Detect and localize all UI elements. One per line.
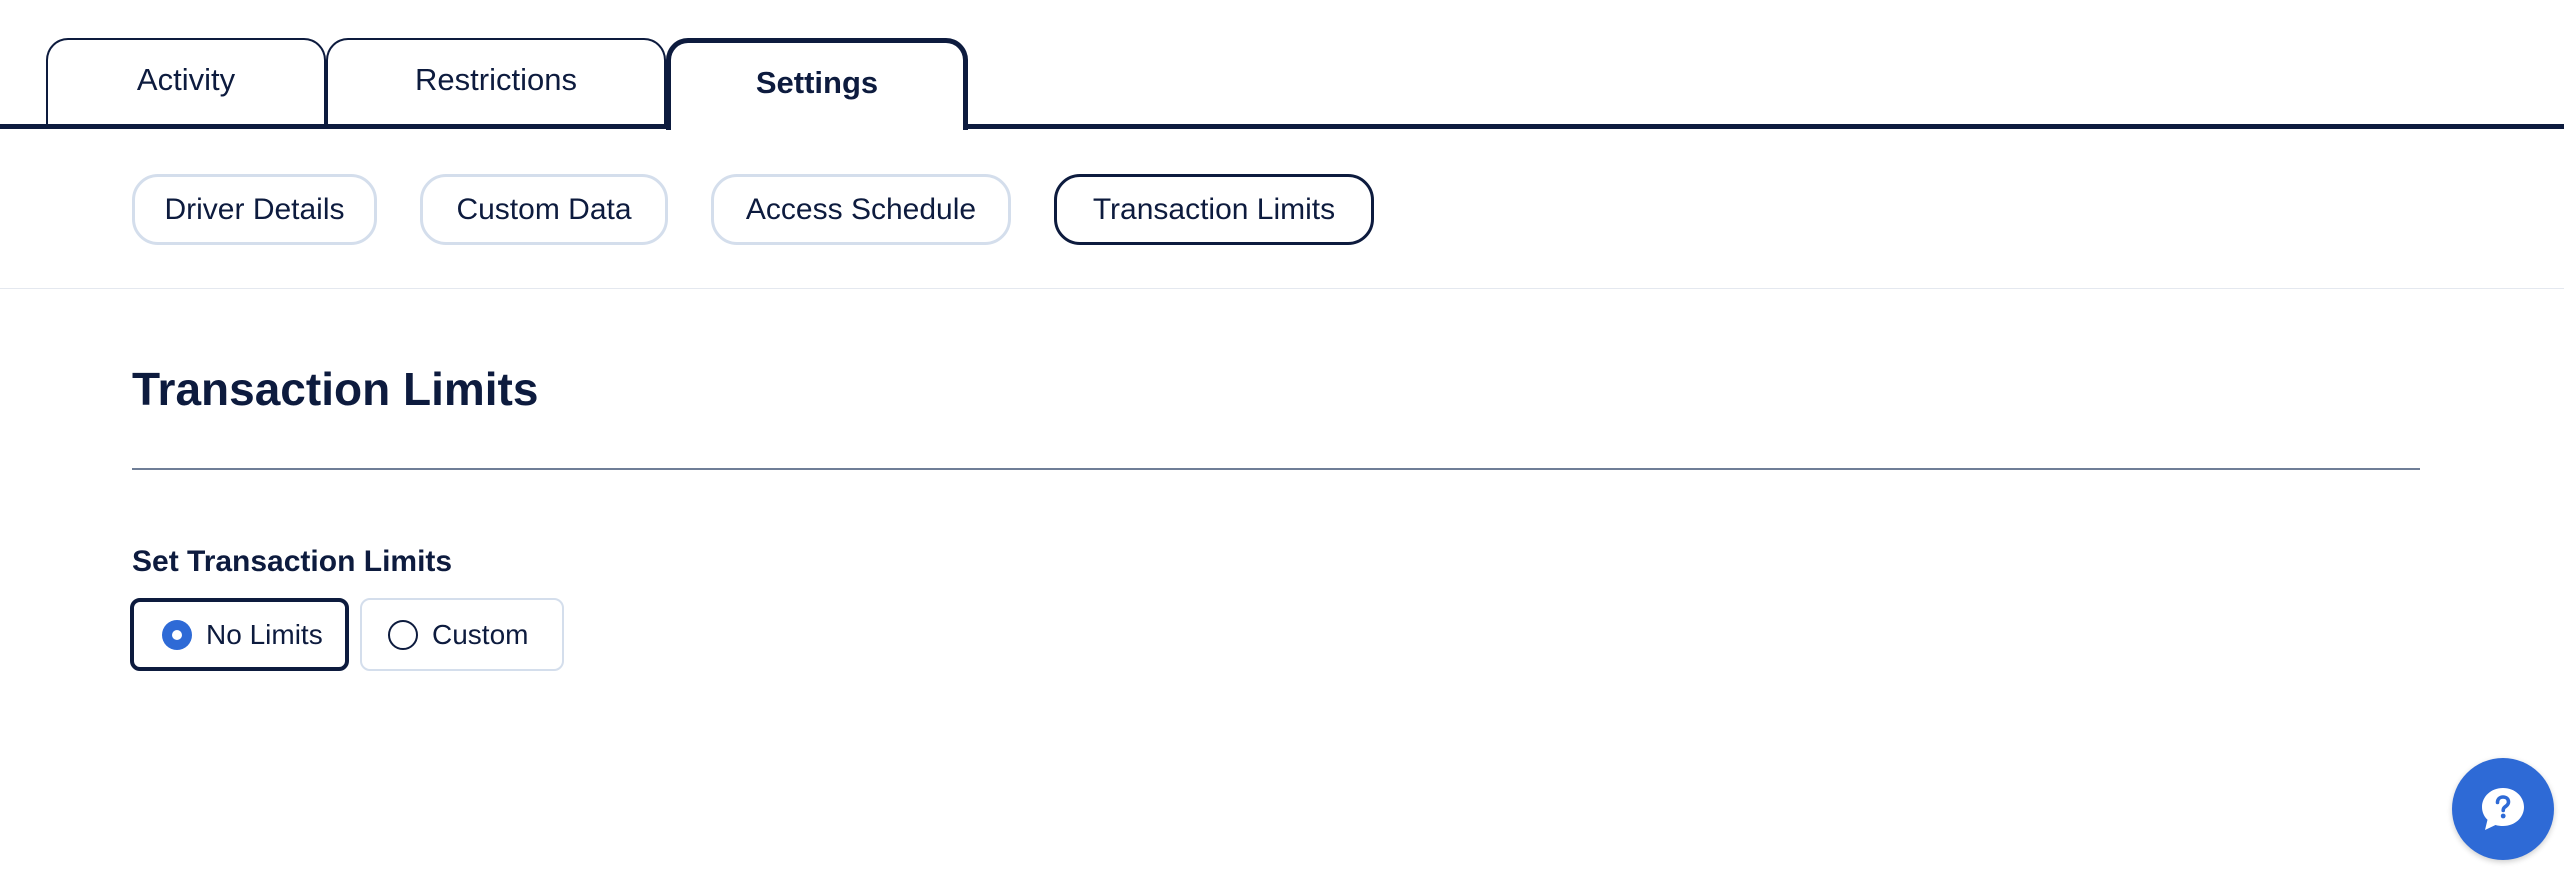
subnav-transaction-limits-label: Transaction Limits [1092,192,1336,226]
tab-settings[interactable]: Settings [666,38,968,130]
transaction-limits-field-label: Set Transaction Limits [132,545,453,578]
radio-no-limits[interactable]: No Limits [130,598,349,671]
main-tabbar: Activity Restrictions Settings [0,0,2564,130]
tab-restrictions[interactable]: Restrictions [326,38,666,128]
help-chat-icon [2482,788,2524,830]
subnav-custom-data[interactable]: Custom Data [420,174,668,245]
radio-selected-icon [162,619,192,650]
radio-unselected-icon [388,619,418,650]
subnav-transaction-limits[interactable]: Transaction Limits [1054,174,1374,245]
tab-activity[interactable]: Activity [46,38,326,128]
tab-settings-label: Settings [755,64,879,100]
subnav-access-schedule-label: Access Schedule [745,192,977,226]
subnav-driver-details[interactable]: Driver Details [132,174,377,245]
radio-custom-label: Custom [432,618,529,650]
tab-activity-label: Activity [136,62,236,97]
subnav-custom-data-label: Custom Data [456,192,632,226]
help-button[interactable] [2452,758,2554,860]
subnav-driver-details-label: Driver Details [164,192,345,226]
page-title: Transaction Limits [132,363,539,415]
radio-custom[interactable]: Custom [360,598,564,671]
subnav-divider [0,288,2564,289]
tab-baseline [0,124,2564,129]
section-divider [132,468,2420,470]
subnav-access-schedule[interactable]: Access Schedule [711,174,1011,245]
tab-restrictions-label: Restrictions [415,62,577,97]
radio-no-limits-label: No Limits [206,618,323,650]
